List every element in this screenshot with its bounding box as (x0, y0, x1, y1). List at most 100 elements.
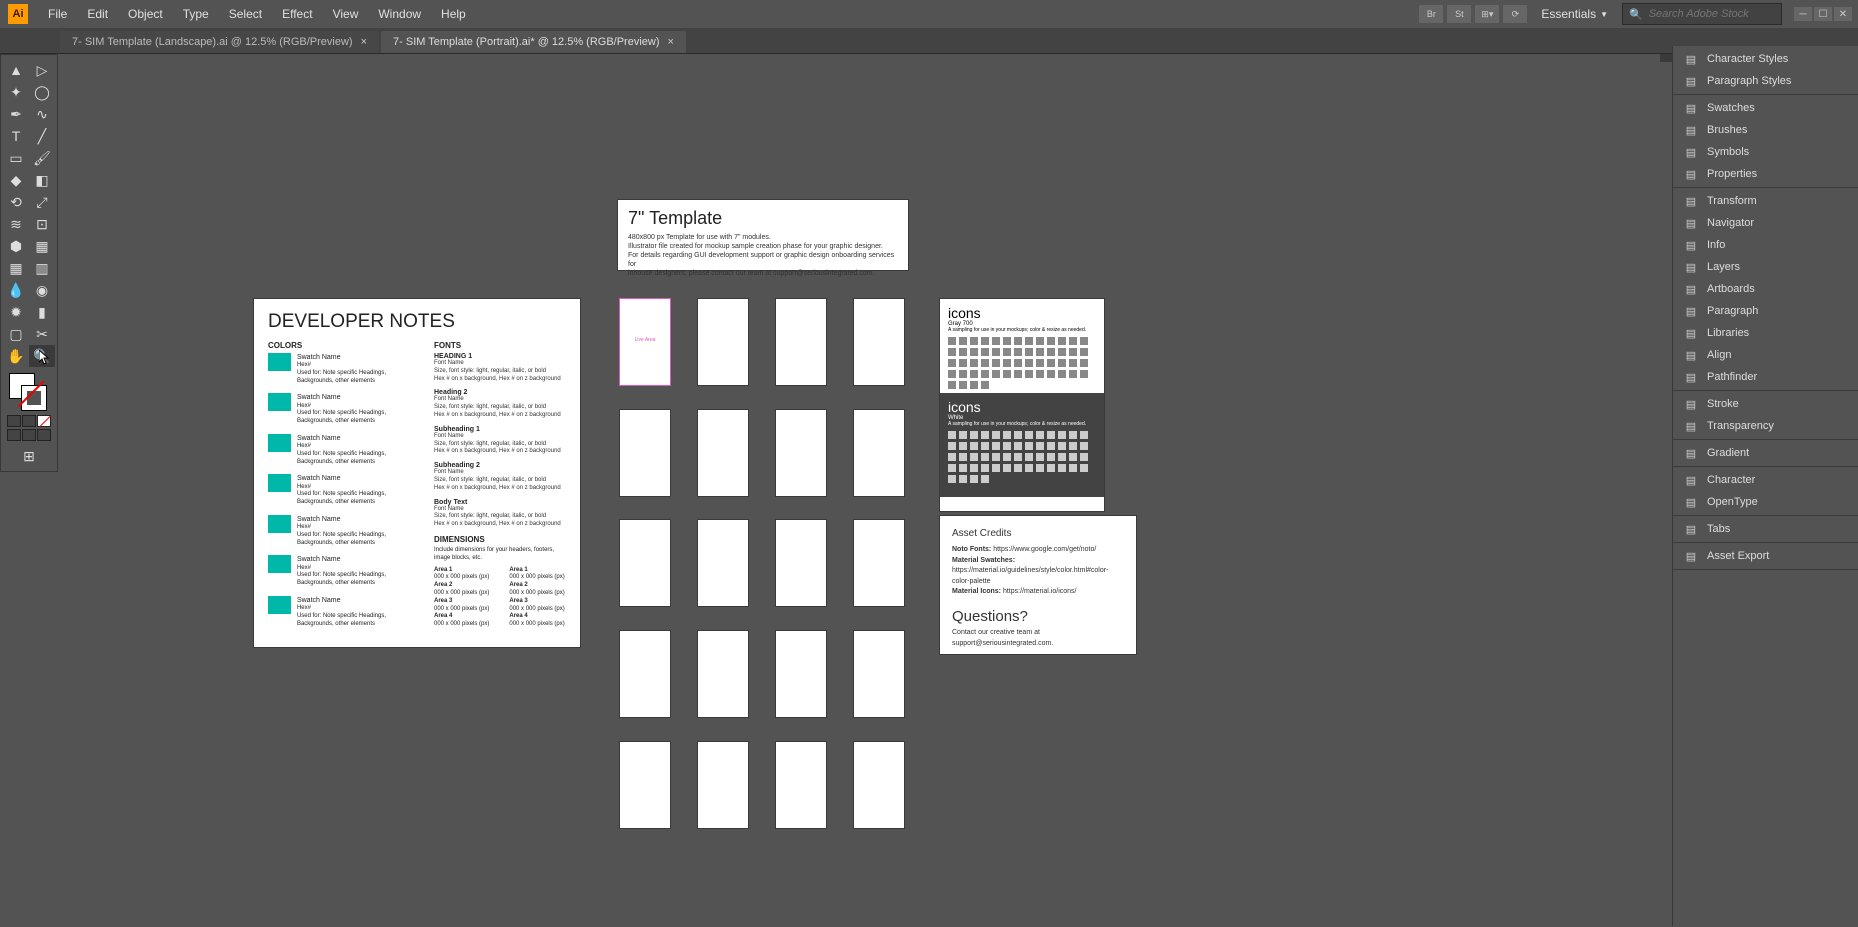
blend-tool[interactable]: ◉ (29, 279, 55, 301)
canvas[interactable]: 7" Template 480x800 px Template for use … (58, 54, 1672, 927)
template-artboard[interactable] (776, 631, 826, 717)
document-tab[interactable]: 7- SIM Template (Portrait).ai* @ 12.5% (… (381, 31, 686, 53)
color-mode-btn[interactable] (7, 415, 21, 427)
artboard-title[interactable]: 7" Template 480x800 px Template for use … (618, 200, 908, 270)
gradient-tool[interactable]: ▥ (29, 257, 55, 279)
hand-tool[interactable]: ✋ (3, 345, 29, 367)
artboard-tool[interactable]: ▢ (3, 323, 29, 345)
scrollbar[interactable] (1660, 54, 1672, 62)
template-artboard[interactable] (698, 299, 748, 385)
rectangle-tool[interactable]: ▭ (3, 147, 29, 169)
screen-mode-btn[interactable]: ⊞ (16, 445, 42, 467)
line-tool[interactable]: ╱ (29, 125, 55, 147)
panel-paragraph-styles[interactable]: ▤Paragraph Styles (1673, 70, 1858, 92)
panel-stroke[interactable]: ▤Stroke (1673, 393, 1858, 415)
template-artboard[interactable] (776, 520, 826, 606)
eraser-tool[interactable]: ◧ (29, 169, 55, 191)
menu-edit[interactable]: Edit (77, 7, 118, 21)
zoom-tool[interactable]: 🔍 (29, 345, 55, 367)
type-tool[interactable]: T (3, 125, 29, 147)
menu-help[interactable]: Help (431, 7, 476, 21)
template-artboard[interactable] (776, 742, 826, 828)
selection-tool[interactable]: ▲ (3, 59, 29, 81)
close-icon[interactable]: × (361, 36, 367, 48)
panel-symbols[interactable]: ▤Symbols (1673, 141, 1858, 163)
magic-wand-tool[interactable]: ✦ (3, 81, 29, 103)
top-icon[interactable]: ⊞▾ (1475, 5, 1499, 23)
menu-effect[interactable]: Effect (272, 7, 322, 21)
pen-tool[interactable]: ✒ (3, 103, 29, 125)
symbol-sprayer-tool[interactable]: ✹ (3, 301, 29, 323)
template-artboard[interactable] (776, 410, 826, 496)
panel-pathfinder[interactable]: ▤Pathfinder (1673, 366, 1858, 388)
template-artboard[interactable] (620, 410, 670, 496)
search-input[interactable] (1649, 8, 1775, 20)
none-mode-btn[interactable] (37, 415, 51, 427)
top-icon[interactable]: Br (1419, 5, 1443, 23)
panel-transparency[interactable]: ▤Transparency (1673, 415, 1858, 437)
template-artboard[interactable] (776, 299, 826, 385)
shaper-tool[interactable]: ◆ (3, 169, 29, 191)
menu-object[interactable]: Object (118, 7, 173, 21)
panel-align[interactable]: ▤Align (1673, 344, 1858, 366)
artboard-dev-notes[interactable]: DEVELOPER NOTES COLORS Swatch NameHex#Us… (254, 299, 580, 647)
panel-properties[interactable]: ▤Properties (1673, 163, 1858, 185)
maximize-button[interactable]: ☐ (1814, 7, 1832, 21)
column-graph-tool[interactable]: ▮ (29, 301, 55, 323)
menu-type[interactable]: Type (173, 7, 219, 21)
panel-swatches[interactable]: ▤Swatches (1673, 97, 1858, 119)
minimize-button[interactable]: ─ (1794, 7, 1812, 21)
template-artboard[interactable] (620, 631, 670, 717)
template-artboard[interactable] (854, 410, 904, 496)
top-icon[interactable]: ⟳ (1503, 5, 1527, 23)
search-stock-field[interactable]: 🔍 (1622, 3, 1782, 25)
scale-tool[interactable]: ⤢ (29, 191, 55, 213)
mesh-tool[interactable]: ▦ (3, 257, 29, 279)
panel-brushes[interactable]: ▤Brushes (1673, 119, 1858, 141)
workspace-switcher[interactable]: Essentials ▼ (1531, 3, 1618, 25)
panel-character[interactable]: ▤Character (1673, 469, 1858, 491)
panel-character-styles[interactable]: ▤Character Styles (1673, 48, 1858, 70)
panel-libraries[interactable]: ▤Libraries (1673, 322, 1858, 344)
draw-normal-btn[interactable] (7, 429, 21, 441)
artboard-credits[interactable]: Asset Credits Noto Fonts: https://www.go… (940, 516, 1136, 654)
menu-window[interactable]: Window (368, 7, 431, 21)
template-artboard[interactable] (698, 742, 748, 828)
panel-gradient[interactable]: ▤Gradient (1673, 442, 1858, 464)
artboard-icons[interactable]: icons Gray 700 A sampling for use in you… (940, 299, 1104, 511)
menu-select[interactable]: Select (219, 7, 272, 21)
rotate-tool[interactable]: ⟲ (3, 191, 29, 213)
panel-paragraph[interactable]: ▤Paragraph (1673, 300, 1858, 322)
template-artboard[interactable] (620, 520, 670, 606)
menu-view[interactable]: View (323, 7, 369, 21)
template-artboard[interactable] (854, 299, 904, 385)
draw-behind-btn[interactable] (22, 429, 36, 441)
shape-builder-tool[interactable]: ⬢ (3, 235, 29, 257)
panel-tabs[interactable]: ▤Tabs (1673, 518, 1858, 540)
template-artboard[interactable] (854, 742, 904, 828)
panel-layers[interactable]: ▤Layers (1673, 256, 1858, 278)
panel-navigator[interactable]: ▤Navigator (1673, 212, 1858, 234)
eyedropper-tool[interactable]: 💧 (3, 279, 29, 301)
fill-stroke-swatches[interactable] (7, 371, 51, 411)
top-icon[interactable]: St (1447, 5, 1471, 23)
close-icon[interactable]: × (668, 36, 674, 48)
lasso-tool[interactable]: ◯ (29, 81, 55, 103)
panel-artboards[interactable]: ▤Artboards (1673, 278, 1858, 300)
template-artboard[interactable] (620, 742, 670, 828)
panel-opentype[interactable]: ▤OpenType (1673, 491, 1858, 513)
direct-selection-tool[interactable]: ▷ (29, 59, 55, 81)
curvature-tool[interactable]: ∿ (29, 103, 55, 125)
free-transform-tool[interactable]: ⊡ (29, 213, 55, 235)
panel-info[interactable]: ▤Info (1673, 234, 1858, 256)
template-artboard[interactable] (698, 520, 748, 606)
perspective-tool[interactable]: ▦ (29, 235, 55, 257)
width-tool[interactable]: ≋ (3, 213, 29, 235)
template-artboard[interactable]: Live Area (620, 299, 670, 385)
panel-transform[interactable]: ▤Transform (1673, 190, 1858, 212)
paintbrush-tool[interactable]: 🖌 (29, 147, 55, 169)
template-artboard[interactable] (854, 631, 904, 717)
template-artboard[interactable] (698, 410, 748, 496)
template-artboard[interactable] (854, 520, 904, 606)
template-artboard[interactable] (698, 631, 748, 717)
